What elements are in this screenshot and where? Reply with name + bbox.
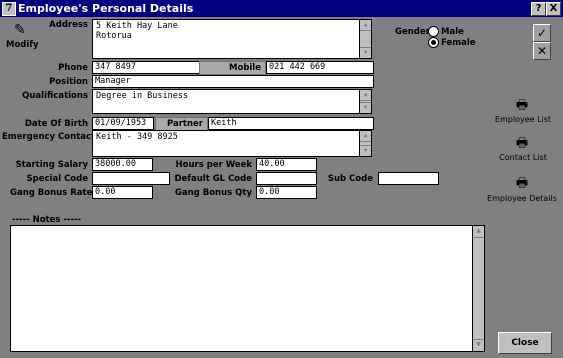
phone-field[interactable]: 347 8497: [92, 61, 200, 74]
help-button[interactable]: ?: [531, 2, 546, 16]
scroll-up-icon[interactable]: ▲: [360, 20, 371, 31]
address-line2: Rotorua: [96, 31, 132, 41]
sub-code-label: Sub Code: [327, 174, 373, 184]
default-gl-code-label: Default GL Code: [174, 174, 252, 184]
emergency-contact-field[interactable]: Keith - 349 8925 ▲ ▼: [92, 130, 372, 157]
emergency-contact-scrollbar[interactable]: ▲ ▼: [359, 131, 371, 156]
address-scrollbar[interactable]: ▲ ▼: [359, 20, 371, 58]
printer-icon[interactable]: 🖶: [512, 174, 532, 196]
scroll-down-icon[interactable]: ▼: [473, 339, 484, 351]
position-label: Position: [49, 77, 88, 87]
position-field[interactable]: Manager: [92, 75, 374, 88]
notes-header: ----- Notes -----: [12, 215, 82, 225]
employee-list-link[interactable]: Employee List: [492, 115, 554, 124]
emergency-contact-text: Keith - 349 8925: [96, 132, 178, 142]
gang-bonus-qty-label: Gang Bonus Qty: [174, 188, 252, 198]
mobile-label: Mobile: [229, 63, 261, 73]
gender-label: Gender: [395, 27, 430, 37]
address-field[interactable]: 5 Keith Hay Lane Rotorua ▲ ▼: [92, 19, 372, 59]
employee-details-link[interactable]: Employee Details: [486, 194, 558, 203]
window-title: Employee's Personal Details: [18, 2, 194, 15]
gang-bonus-rate-label: Gang Bonus Rate: [10, 188, 93, 198]
close-window-button[interactable]: X: [546, 2, 561, 16]
gang-bonus-qty-field[interactable]: 0.00: [256, 186, 317, 199]
hours-per-week-field[interactable]: 40.00: [256, 158, 317, 171]
default-gl-code-field[interactable]: [256, 172, 317, 185]
scroll-down-icon[interactable]: ▼: [360, 102, 371, 113]
partner-field[interactable]: Keith: [208, 117, 374, 130]
notes-field[interactable]: ▲ ▼: [10, 225, 485, 352]
employee-details-window: 7 Employee's Personal Details ? X ✎ Modi…: [0, 0, 563, 358]
gender-female-label: Female: [441, 38, 476, 48]
close-button[interactable]: Close: [498, 332, 552, 354]
app-icon: 7: [2, 2, 16, 16]
scroll-down-icon[interactable]: ▼: [360, 145, 371, 156]
modify-button[interactable]: Modify: [6, 40, 39, 50]
ok-button[interactable]: ✓: [533, 24, 551, 42]
notes-scrollbar[interactable]: ▲ ▼: [472, 226, 484, 351]
special-code-field[interactable]: [92, 172, 170, 185]
gender-male-label: Male: [441, 27, 464, 37]
sub-code-field[interactable]: [378, 172, 439, 185]
gang-bonus-rate-field[interactable]: 0.00: [92, 186, 153, 199]
pencil-icon[interactable]: ✎: [14, 22, 26, 38]
special-code-label: Special Code: [26, 174, 88, 184]
gender-female-radio[interactable]: [428, 37, 439, 48]
gender-male-radio[interactable]: [428, 26, 439, 37]
hours-per-week-label: Hours per Week: [175, 160, 252, 170]
scroll-up-icon[interactable]: ▲: [360, 90, 371, 101]
partner-label: Partner: [166, 119, 203, 129]
qualifications-scrollbar[interactable]: ▲ ▼: [359, 90, 371, 113]
contact-list-link[interactable]: Contact List: [492, 153, 554, 162]
date-of-birth-field[interactable]: 01/09/1953: [92, 117, 154, 130]
starting-salary-field[interactable]: 38000.00: [92, 158, 153, 171]
qualifications-label: Qualifications: [22, 91, 88, 101]
address-line1: 5 Keith Hay Lane: [96, 21, 178, 31]
cancel-button[interactable]: ✕: [533, 42, 551, 60]
qualifications-field[interactable]: Degree in Business ▲ ▼: [92, 89, 372, 114]
emergency-contact-label: Emergency Contact: [2, 132, 96, 142]
scroll-up-icon[interactable]: ▲: [360, 131, 371, 142]
mobile-field[interactable]: 021 442 669: [266, 61, 374, 74]
address-label: Address: [49, 20, 88, 30]
title-bar: 7 Employee's Personal Details ? X: [0, 0, 563, 17]
starting-salary-label: Starting Salary: [15, 160, 88, 170]
phone-label: Phone: [58, 63, 88, 73]
qualifications-text: Degree in Business: [96, 91, 189, 101]
scroll-up-icon[interactable]: ▲: [473, 226, 484, 238]
scroll-down-icon[interactable]: ▼: [360, 47, 371, 58]
date-of-birth-label: Date Of Birth: [24, 119, 88, 129]
